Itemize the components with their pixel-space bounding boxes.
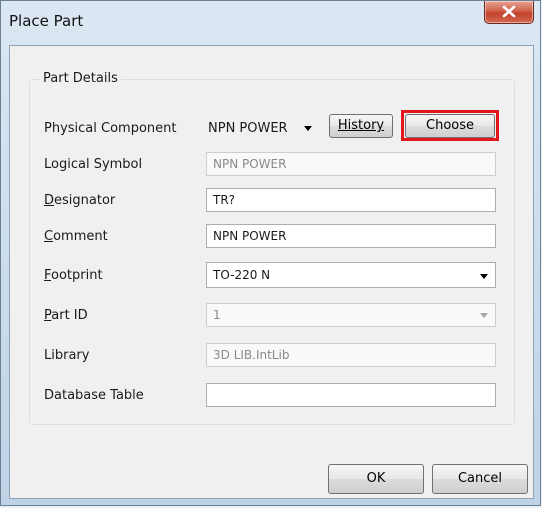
history-button[interactable]: History — [329, 114, 393, 138]
cancel-label: Cancel — [457, 471, 503, 486]
part-details-legend: Part Details — [40, 71, 121, 86]
footprint-value: TO-220 N — [213, 268, 271, 282]
comment-value: NPN POWER — [213, 229, 287, 243]
ok-label: OK — [366, 471, 386, 486]
dialog-title: Place Part — [9, 12, 84, 30]
logical-symbol-value: NPN POWER — [213, 157, 287, 171]
logical-symbol-label: Logical Symbol — [44, 157, 143, 172]
part-id-dropdown: 1 — [206, 303, 496, 327]
chevron-down-icon — [480, 313, 488, 318]
library-value: 3D LIB.IntLib — [213, 348, 290, 362]
designator-value: TR? — [213, 193, 236, 207]
choose-highlight — [401, 110, 499, 141]
designator-label: Designator — [44, 193, 116, 208]
part-id-value: 1 — [213, 308, 221, 322]
dialog-body: Part Details Physical Component NPN POWE… — [9, 45, 534, 499]
library-label: Library — [44, 348, 90, 363]
comment-label: Comment — [44, 229, 108, 244]
physical-component-label: Physical Component — [44, 121, 177, 136]
footprint-dropdown[interactable]: TO-220 N — [206, 262, 496, 288]
close-icon — [502, 5, 516, 18]
physical-component-value: NPN POWER — [208, 121, 288, 136]
cancel-button[interactable]: Cancel — [432, 464, 528, 494]
database-table-field[interactable] — [206, 383, 496, 407]
part-id-label: Part ID — [44, 308, 88, 323]
library-field: 3D LIB.IntLib — [206, 343, 496, 367]
database-table-label: Database Table — [44, 388, 144, 403]
comment-field[interactable]: NPN POWER — [206, 224, 496, 248]
chevron-down-icon — [480, 274, 488, 279]
designator-field[interactable]: TR? — [206, 188, 496, 212]
close-button[interactable] — [484, 1, 534, 24]
chevron-down-icon — [304, 126, 312, 131]
footprint-label: Footprint — [44, 268, 103, 283]
physical-component-combo[interactable]: NPN POWER — [206, 116, 320, 140]
place-part-dialog: Place Part Part Details Physical Compone… — [0, 0, 541, 506]
ok-button[interactable]: OK — [328, 464, 424, 494]
logical-symbol-field: NPN POWER — [206, 152, 496, 176]
history-label: History — [337, 118, 385, 133]
